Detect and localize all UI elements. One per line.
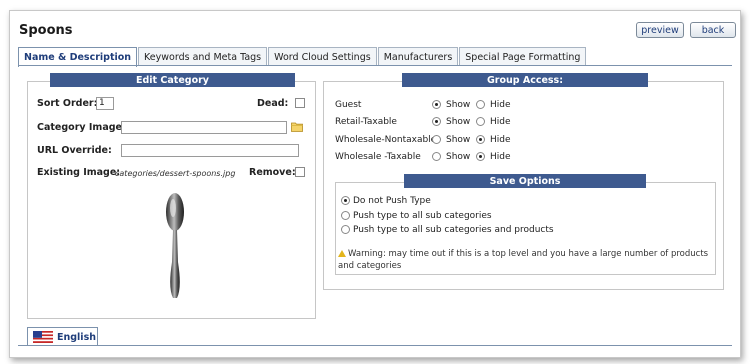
show-label: Show: [446, 135, 471, 145]
group-name: Wholesale -Taxable: [335, 152, 421, 162]
tab-divider: [18, 65, 732, 66]
save-option-label: Do not Push Type: [353, 196, 431, 206]
wholesale-nontaxable-show-radio[interactable]: [432, 135, 441, 144]
save-options-heading: Save Options: [404, 174, 646, 188]
page-title: Spoons: [19, 23, 73, 38]
hide-label: Hide: [490, 135, 511, 145]
url-override-label: URL Override:: [37, 145, 112, 156]
edit-category-heading: Edit Category: [50, 73, 295, 87]
dead-checkbox[interactable]: [295, 98, 305, 108]
hide-label: Hide: [490, 100, 511, 110]
tab-manufacturers[interactable]: Manufacturers: [377, 47, 459, 66]
guest-hide-radio[interactable]: [476, 100, 485, 109]
folder-icon[interactable]: [291, 121, 303, 132]
group-name: Guest: [335, 100, 362, 110]
wholesale-taxable-hide-radio[interactable]: [476, 152, 485, 161]
retail-taxable-hide-radio[interactable]: [476, 117, 485, 126]
group-access-heading: Group Access:: [402, 73, 648, 87]
remove-label: Remove:: [249, 167, 296, 178]
existing-image-label: Existing Image:: [37, 167, 121, 178]
warning-icon: [338, 250, 346, 257]
show-label: Show: [446, 117, 471, 127]
language-label: English: [57, 331, 96, 343]
save-warning: Warning: may time out if this is a top l…: [338, 248, 714, 272]
sort-order-label: Sort Order:: [37, 98, 98, 109]
tab-name-description[interactable]: Name & Description: [18, 47, 138, 67]
wholesale-nontaxable-hide-radio[interactable]: [476, 135, 485, 144]
tab-language-english[interactable]: English: [27, 327, 98, 346]
hide-label: Hide: [490, 117, 511, 127]
language-tab-divider: [18, 345, 732, 346]
show-label: Show: [446, 152, 471, 162]
push-type-sub-categories-products-radio[interactable]: [341, 225, 350, 234]
existing-image-path: categories/dessert-spoons.jpg: [115, 169, 236, 178]
wholesale-taxable-show-radio[interactable]: [432, 152, 441, 161]
group-name: Retail-Taxable: [335, 117, 397, 127]
group-name: Wholesale-Nontaxable: [335, 135, 437, 145]
show-label: Show: [446, 100, 471, 110]
warning-text: Warning: may time out if this is a top l…: [338, 249, 709, 271]
hide-label: Hide: [490, 152, 511, 162]
guest-show-radio[interactable]: [432, 100, 441, 109]
sort-order-input[interactable]: 1: [96, 97, 114, 110]
category-image-thumbnail: [166, 193, 184, 298]
preview-button[interactable]: preview: [636, 22, 684, 38]
category-image-input[interactable]: [121, 121, 287, 134]
back-button[interactable]: back: [690, 22, 736, 38]
tab-bar: Name & Description Keywords and Meta Tag…: [18, 47, 587, 67]
us-flag-icon: [33, 331, 53, 343]
dead-label: Dead:: [257, 98, 289, 109]
save-option-label: Push type to all sub categories: [353, 211, 492, 221]
url-override-input[interactable]: [121, 144, 299, 157]
remove-checkbox[interactable]: [295, 167, 305, 177]
do-not-push-type-radio[interactable]: [341, 196, 350, 205]
save-option-label: Push type to all sub categories and prod…: [353, 225, 554, 235]
tab-keywords-meta-tags[interactable]: Keywords and Meta Tags: [138, 47, 268, 66]
retail-taxable-show-radio[interactable]: [432, 117, 441, 126]
category-image-label: Category Image:: [37, 122, 126, 133]
tab-special-page-formatting[interactable]: Special Page Formatting: [459, 47, 587, 66]
tab-word-cloud-settings[interactable]: Word Cloud Settings: [268, 47, 377, 66]
push-type-sub-categories-radio[interactable]: [341, 211, 350, 220]
